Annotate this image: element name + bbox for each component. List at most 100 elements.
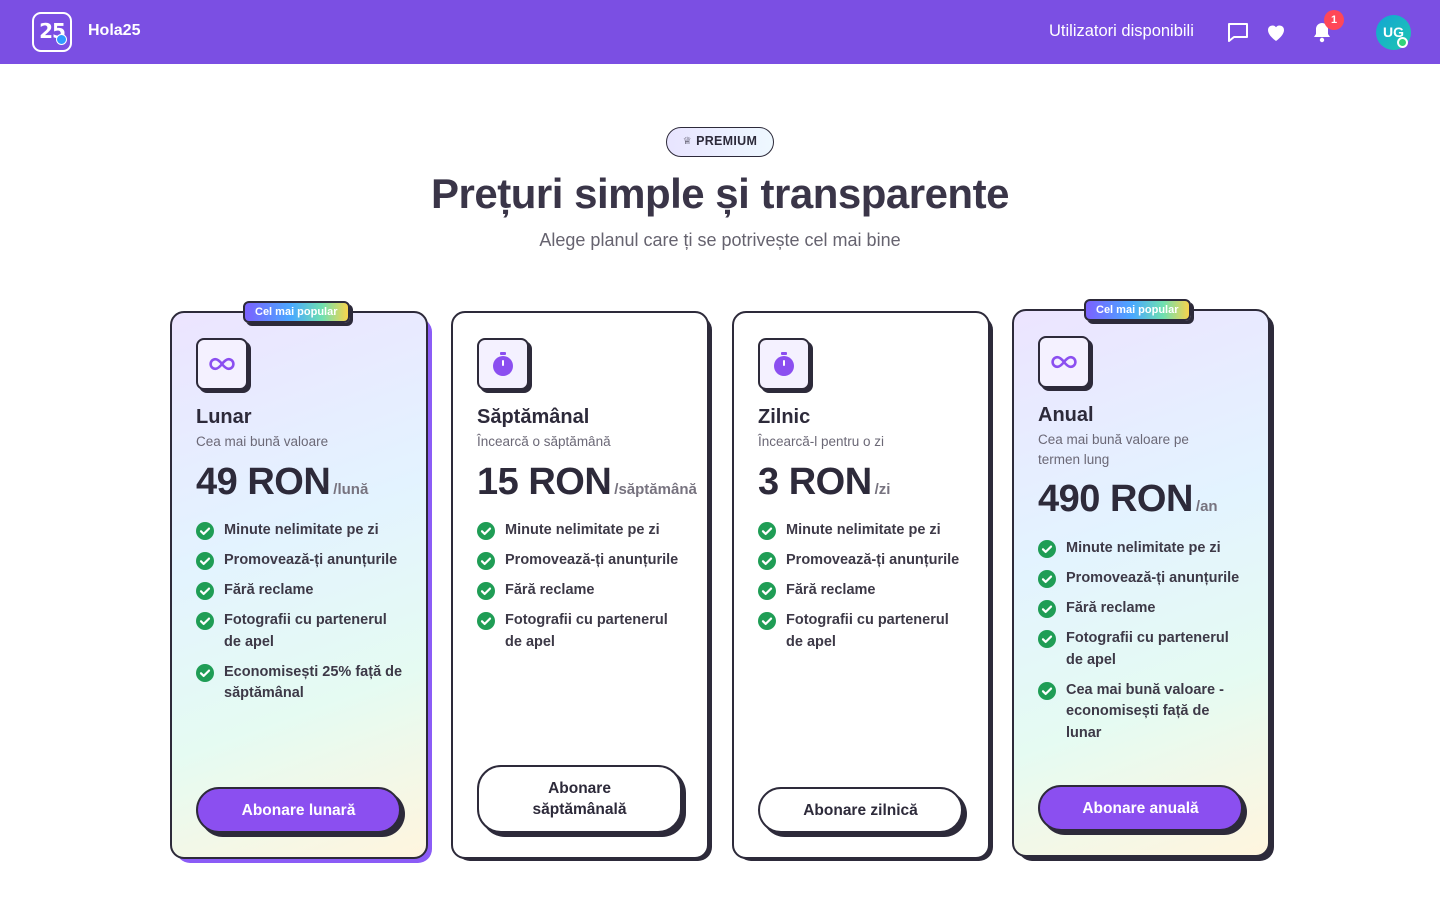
feature-text: Fotografii cu partenerul de apel [1066,630,1229,668]
online-status-dot [1397,37,1408,48]
feature-item: Promovează-ți anunțurile [477,550,687,572]
feature-text: Cea mai bună valoare - economisești față… [1066,681,1224,741]
feature-text: Minute nelimitate pe zi [1066,540,1221,556]
feature-text: Promovează-ți anunțurile [1066,570,1240,586]
plan-description: Încearcă-l pentru o zi [758,434,885,449]
feature-item: Minute nelimitate pe zi [477,520,687,542]
feature-text: Fără reclame [786,582,876,598]
feature-text: Minute nelimitate pe zi [224,522,379,538]
price-row: 49 RON/lună [196,461,368,504]
check-circle-icon [1038,570,1056,588]
notification-count-badge: 1 [1324,10,1344,30]
plan-price: 490 RON [1038,478,1193,520]
most-popular-badge: Cel mai popular [243,301,350,323]
feature-list: Minute nelimitate pe zi Promovează-ți an… [196,520,406,713]
feature-text: Fără reclame [505,582,595,598]
check-circle-icon [477,582,495,600]
plan-card-weekly: Săptămânal Încearcă o săptămână 15 RON/s… [451,311,709,859]
check-circle-icon [1038,540,1056,558]
check-circle-icon [477,552,495,570]
feature-item: Promovează-ți anunțurile [758,550,968,572]
feature-item: Minute nelimitate pe zi [758,520,968,542]
messages-icon[interactable] [1226,20,1250,44]
plan-name: Lunar [196,406,252,428]
feature-text: Promovează-ți anunțurile [505,552,679,568]
page-subtitle: Alege planul care ți se potrivește cel m… [539,230,901,250]
premium-badge: ♕ PREMIUM [666,127,774,157]
check-circle-icon [196,522,214,540]
check-circle-icon [196,552,214,570]
check-circle-icon [758,522,776,540]
feature-text: Fotografii cu partenerul de apel [505,612,668,650]
logo-dot [56,34,67,45]
plan-icon-box [758,338,810,390]
plan-period: /lună [333,481,369,498]
feature-item: Minute nelimitate pe zi [196,520,406,542]
plan-card-yearly: Cel mai popular Anual Cea mai bună valoa… [1012,299,1270,857]
check-circle-icon [477,612,495,630]
price-row: 3 RON/zi [758,461,890,504]
feature-text: Promovează-ți anunțurile [224,552,398,568]
feature-item: Fără reclame [477,580,687,602]
infinity-icon [1051,355,1077,369]
plan-description: Cea mai bună valoare pe termen lung [1038,432,1189,467]
feature-text: Minute nelimitate pe zi [505,522,660,538]
plan-icon-box [1038,336,1090,388]
check-circle-icon [758,612,776,630]
check-circle-icon [1038,681,1056,700]
top-bar: 25 Hola25 Utilizatori disponibili 1 UG [0,0,1440,64]
check-circle-icon [1038,630,1056,648]
check-circle-icon [758,552,776,570]
plan-price: 49 RON [196,461,331,503]
feature-item: Minute nelimitate pe zi [1038,538,1248,560]
feature-item: Cea mai bună valoare - economisești față… [1038,680,1248,745]
most-popular-badge: Cel mai popular [1084,299,1191,321]
plan-description: Cea mai bună valoare [196,434,329,449]
plan-description: Încearcă o săptămână [477,434,611,449]
feature-item: Fotografii cu partenerul de apel [758,610,968,653]
feature-item: Fotografii cu partenerul de apel [477,610,687,653]
feature-item: Promovează-ți anunțurile [1038,568,1248,590]
heart-icon[interactable] [1264,20,1288,44]
check-circle-icon [477,522,495,540]
feature-text: Fotografii cu partenerul de apel [786,612,949,650]
subscribe-weekly-button[interactable]: Abonare săptămânală [477,765,682,833]
available-users-link[interactable]: Utilizatori disponibili [1049,22,1194,41]
plan-name: Săptămânal [477,406,590,428]
stopwatch-icon [493,352,513,376]
feature-text: Fără reclame [1066,600,1156,616]
feature-list: Minute nelimitate pe zi Promovează-ți an… [1038,538,1248,753]
price-row: 15 RON/săptămână [477,461,697,504]
feature-item: Fără reclame [758,580,968,602]
feature-list: Minute nelimitate pe zi Promovează-ți an… [758,520,968,662]
crown-icon: ♕ [682,136,693,147]
subscribe-daily-button[interactable]: Abonare zilnică [758,787,963,833]
subscribe-monthly-button[interactable]: Abonare lunară [196,787,401,833]
subscribe-yearly-button[interactable]: Abonare anuală [1038,785,1243,831]
plan-icon-box [477,338,529,390]
plan-period: /zi [874,481,891,498]
infinity-icon [209,357,235,371]
app-logo[interactable]: 25 [32,12,72,52]
plan-price: 3 RON [758,461,872,503]
feature-text: Minute nelimitate pe zi [786,522,941,538]
feature-item: Fotografii cu partenerul de apel [1038,628,1248,671]
stopwatch-icon [774,352,794,376]
plan-period: /săptămână [614,481,697,498]
check-circle-icon [196,612,214,630]
check-circle-icon [1038,600,1056,618]
plan-icon-box [196,338,248,390]
premium-badge-label: PREMIUM [696,134,758,148]
plan-price: 15 RON [477,461,612,503]
page-title: Prețuri simple și transparente [431,170,1009,217]
price-row: 490 RON/an [1038,478,1218,521]
brand-name[interactable]: Hola25 [88,22,140,40]
plan-card-monthly: Cel mai popular Lunar Cea mai bună valoa… [170,301,428,859]
feature-item: Fotografii cu partenerul de apel [196,610,406,653]
plan-card-daily: Zilnic Încearcă-l pentru o zi 3 RON/zi M… [732,311,990,859]
feature-item: Promovează-ți anunțurile [196,550,406,572]
feature-text: Promovează-ți anunțurile [786,552,960,568]
check-circle-icon [196,582,214,600]
feature-item: Fără reclame [1038,598,1248,620]
plan-name: Zilnic [758,406,811,428]
